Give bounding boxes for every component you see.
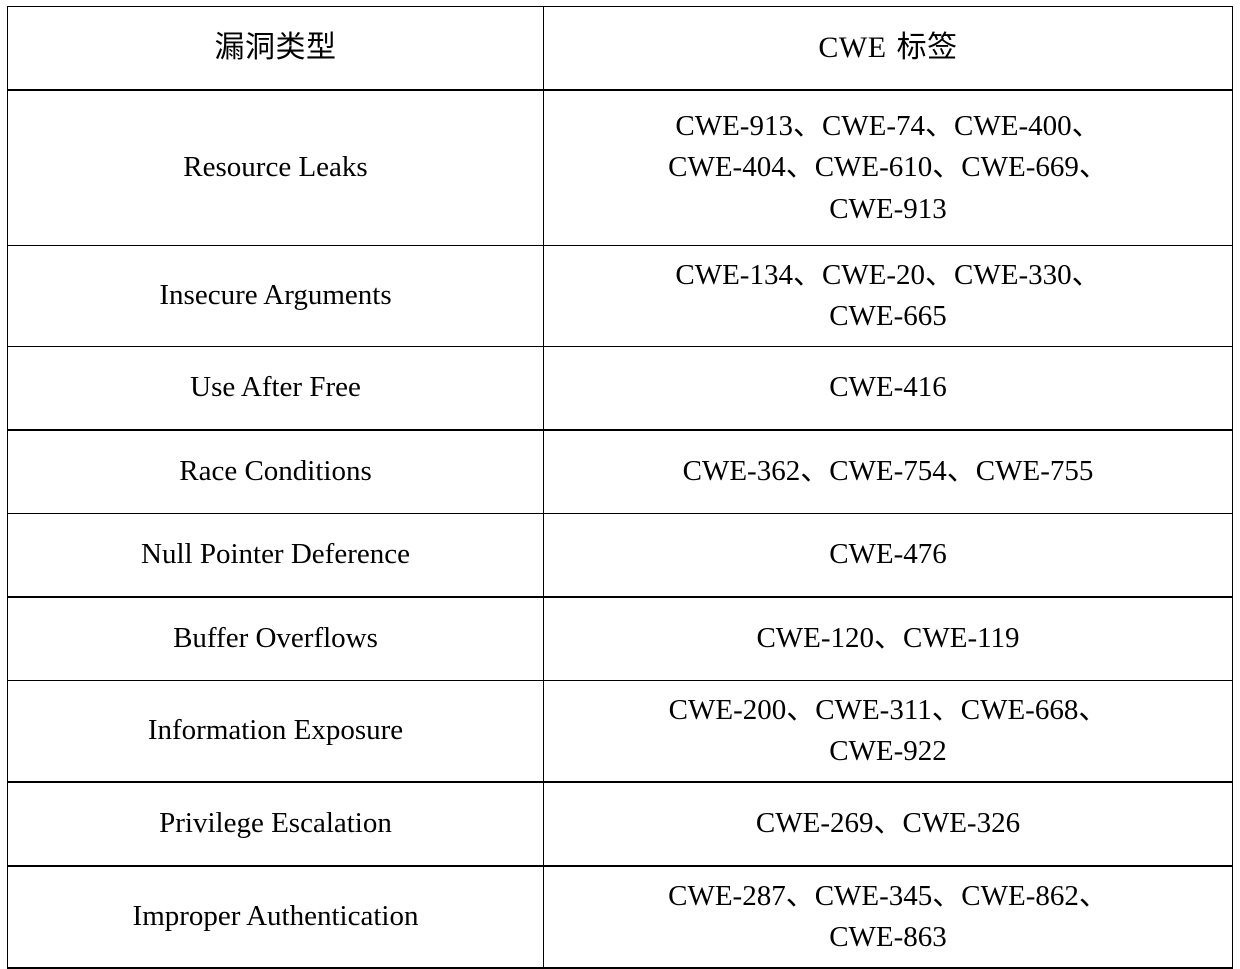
cell-vulnerability-type: Use After Free: [7, 346, 544, 431]
cell-cwe-labels: CWE-913、CWE-74、CWE-400、 CWE-404、CWE-610、C…: [543, 89, 1233, 246]
cell-vulnerability-type: Improper Authentication: [7, 865, 544, 969]
cwe-label-line: CWE-913、CWE-74、CWE-400、: [675, 110, 1101, 143]
table-row: Improper Authentication CWE-287、CWE-345、C…: [7, 865, 1233, 969]
cwe-label-line: CWE-404、CWE-610、CWE-669、: [668, 151, 1108, 184]
column-header-vulnerability-type: 漏洞类型: [7, 6, 544, 91]
table-row: Race Conditions CWE-362、CWE-754、CWE-755: [7, 429, 1233, 514]
header-row: 漏洞类型 CWE 标签: [7, 6, 1233, 91]
cwe-label-line: CWE-476: [829, 538, 947, 571]
cell-cwe-labels: CWE-287、CWE-345、CWE-862、 CWE-863: [543, 865, 1233, 969]
cell-cwe-labels: CWE-200、CWE-311、CWE-668、 CWE-922: [543, 680, 1233, 783]
cell-cwe-labels: CWE-362、CWE-754、CWE-755: [543, 429, 1233, 514]
cell-cwe-labels: CWE-476: [543, 513, 1233, 598]
table-row: Information Exposure CWE-200、CWE-311、CWE-…: [7, 680, 1233, 783]
cell-vulnerability-type: Null Pointer Deference: [7, 513, 544, 598]
table-row: Resource Leaks CWE-913、CWE-74、CWE-400、 CWE…: [7, 89, 1233, 246]
cell-cwe-labels: CWE-416: [543, 346, 1233, 431]
cwe-label-line: CWE-913: [829, 192, 947, 225]
cell-vulnerability-type: Privilege Escalation: [7, 781, 544, 867]
cell-vulnerability-type: Resource Leaks: [7, 89, 544, 246]
table-row: Privilege Escalation CWE-269、CWE-326: [7, 781, 1233, 867]
cwe-label-line: CWE-863: [829, 921, 947, 953]
column-header-cwe-label: CWE 标签: [543, 6, 1233, 91]
cell-cwe-labels: CWE-269、CWE-326: [543, 781, 1233, 867]
cwe-label-line: CWE-120、CWE-119: [756, 622, 1020, 655]
table-row: Insecure Arguments CWE-134、CWE-20、CWE-330…: [7, 245, 1233, 347]
cell-cwe-labels: CWE-120、CWE-119: [543, 596, 1233, 681]
cell-cwe-labels: CWE-134、CWE-20、CWE-330、 CWE-665: [543, 245, 1233, 347]
document-page: 漏洞类型 CWE 标签 Resource Leaks CWE-913、CWE-74…: [0, 0, 1240, 969]
cwe-label-line: CWE-922: [829, 735, 947, 767]
table-row: Null Pointer Deference CWE-476: [7, 513, 1233, 598]
cwe-label-line: CWE-362、CWE-754、CWE-755: [682, 455, 1094, 488]
table-body: Resource Leaks CWE-913、CWE-74、CWE-400、 CWE…: [7, 89, 1233, 969]
cell-vulnerability-type: Information Exposure: [7, 680, 544, 783]
table-header: 漏洞类型 CWE 标签: [7, 6, 1233, 91]
cwe-label-line: CWE-134、CWE-20、CWE-330、: [675, 258, 1101, 291]
cell-vulnerability-type: Buffer Overflows: [7, 596, 544, 681]
table-row: Buffer Overflows CWE-120、CWE-119: [7, 596, 1233, 681]
cwe-label-line: CWE-269、CWE-326: [755, 807, 1021, 840]
cwe-label-line: CWE-416: [829, 371, 947, 404]
cell-vulnerability-type: Race Conditions: [7, 429, 544, 514]
cwe-label-line: CWE-200、CWE-311、CWE-668、: [668, 693, 1108, 726]
cwe-mapping-table: 漏洞类型 CWE 标签 Resource Leaks CWE-913、CWE-74…: [7, 6, 1233, 969]
cwe-label-line: CWE-287、CWE-345、CWE-862、: [668, 879, 1108, 912]
cwe-label-line: CWE-665: [829, 300, 947, 332]
cell-vulnerability-type: Insecure Arguments: [7, 245, 544, 347]
table-row: Use After Free CWE-416: [7, 346, 1233, 431]
